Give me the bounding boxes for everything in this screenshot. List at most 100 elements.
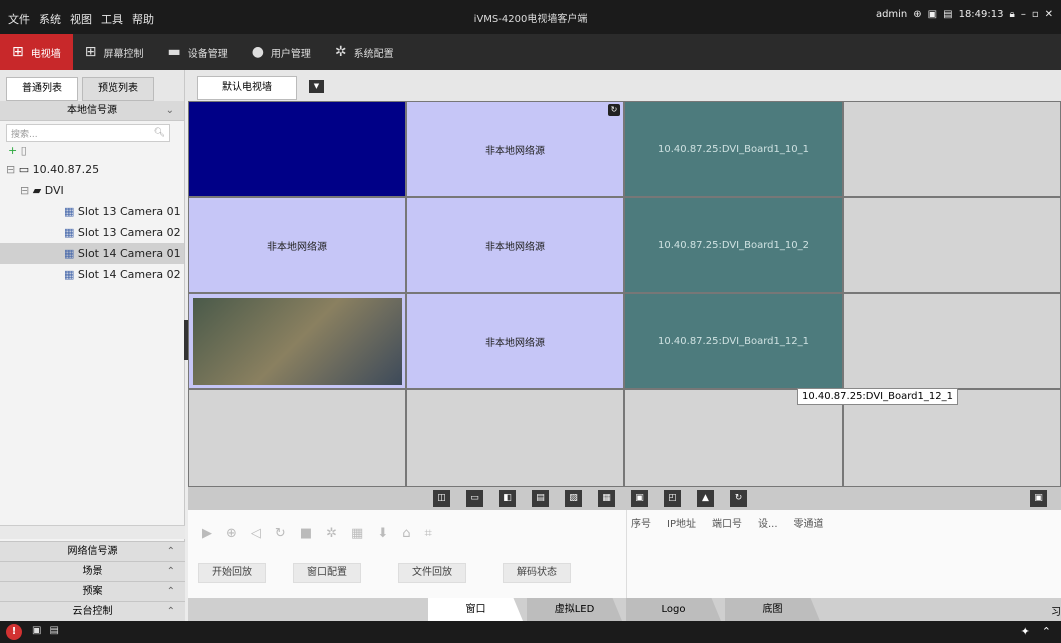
config-icon[interactable]: ▦: [351, 526, 363, 541]
play-icon[interactable]: ▶: [202, 526, 212, 541]
lock-icon[interactable]: ⌂: [402, 526, 410, 541]
collapse-icon[interactable]: ⊟: [6, 163, 15, 176]
titlebar-right: admin ⊕ ▣ ▤ 18:49:13 🔒︎ – ▫ ✕: [876, 9, 1053, 20]
tab-window[interactable]: 窗口: [428, 598, 523, 621]
close-icon[interactable]: ✕: [1045, 9, 1053, 20]
tab-logo[interactable]: Logo: [626, 598, 721, 621]
wall-window[interactable]: [406, 389, 624, 487]
plan-header[interactable]: 预案 ⌃: [0, 581, 185, 601]
lock-icon[interactable]: 🔒︎: [1010, 9, 1015, 20]
wall-window[interactable]: 10.40.87.25:DVI_Board1_10_1: [624, 101, 843, 197]
fullscreen-icon[interactable]: ▣: [631, 490, 648, 507]
display-icon[interactable]: ▭: [466, 490, 483, 507]
wall-window[interactable]: 非本地网络源: [406, 197, 624, 293]
start-playback-button[interactable]: 开始回放: [198, 563, 266, 583]
add-icon[interactable]: +: [8, 144, 17, 157]
wall-toolbar: ◫ ▭ ◧ ▤ ▨ ▦ ▣ ◰ ▲ ↻ ▣: [188, 487, 1061, 510]
zoom-icon[interactable]: ⊕: [226, 526, 237, 541]
audio-icon[interactable]: ◁: [251, 526, 261, 541]
ptz-header[interactable]: 云台控制 ⌃: [0, 601, 185, 621]
module-tv-wall[interactable]: ⊞ 电视墙: [0, 34, 73, 70]
chevron-down-icon: ⌄: [165, 105, 174, 116]
record-icon[interactable]: ■: [300, 526, 312, 541]
wall-window[interactable]: 10.40.87.25:DVI_Board1_12_1: [624, 293, 843, 389]
capture-icon[interactable]: ⌗: [424, 526, 431, 541]
window-icon[interactable]: ◫: [433, 490, 450, 507]
download-icon[interactable]: ⬇: [377, 526, 388, 541]
section-title: 云台控制: [72, 606, 113, 617]
roam-icon[interactable]: ◰: [664, 490, 681, 507]
search-input[interactable]: 搜索... 🔍︎: [6, 124, 170, 142]
minimize-icon[interactable]: –: [1021, 9, 1026, 20]
search-icon[interactable]: 🔍︎: [154, 128, 165, 138]
device-icon[interactable]: ▣: [32, 625, 41, 636]
section-title: 网络信号源: [67, 546, 118, 557]
user-name[interactable]: admin: [876, 9, 907, 20]
tree-node-camera[interactable]: ▦ Slot 13 Camera 01: [0, 201, 184, 222]
camera-icon: ▦: [64, 205, 75, 218]
tab-normal-list[interactable]: 普通列表: [6, 77, 78, 101]
window-config-button[interactable]: 窗口配置: [293, 563, 361, 583]
camera-icon: ▦: [64, 226, 75, 239]
wall-window[interactable]: [188, 389, 406, 487]
module-label: 屏幕控制: [103, 48, 144, 60]
refresh-icon[interactable]: ↻: [608, 104, 620, 116]
truncated-tab[interactable]: 习: [1051, 603, 1061, 618]
wall-window[interactable]: 非本地网络源 ↻: [406, 101, 624, 197]
layout-icon[interactable]: ▤: [532, 490, 549, 507]
tab-virtual-led[interactable]: 虚拟LED: [527, 598, 622, 621]
column-header: IP地址: [667, 519, 696, 530]
refresh-icon[interactable]: ↻: [730, 490, 747, 507]
expand-icon[interactable]: ⌃: [1042, 625, 1051, 638]
wall-window[interactable]: [188, 101, 406, 197]
alarm-icon[interactable]: !: [6, 624, 22, 640]
tab-default-wall[interactable]: 默认电视墙: [197, 76, 297, 100]
grid-icon[interactable]: ▦: [598, 490, 615, 507]
wall-window[interactable]: [843, 101, 1061, 197]
local-source-header[interactable]: 本地信号源 ⌄: [0, 101, 184, 121]
chevron-down-icon[interactable]: ▼: [309, 80, 324, 93]
delete-icon[interactable]: ▯: [21, 144, 27, 157]
window-label: 10.40.87.25:DVI_Board1_12_1: [658, 335, 809, 347]
horizontal-scrollbar[interactable]: [0, 525, 185, 539]
tree-node-camera[interactable]: ▦ Slot 13 Camera 02: [0, 222, 184, 243]
module-device-management[interactable]: ▬ 设备管理: [155, 34, 239, 70]
tree-node-dvi[interactable]: ⊟ ▰ DVI: [0, 180, 184, 201]
split-icon[interactable]: ◧: [499, 490, 516, 507]
tree-label: Slot 14 Camera 01: [77, 247, 181, 260]
decode-status-button[interactable]: 解码状态: [503, 563, 571, 583]
module-system-config[interactable]: ✲ 系统配置: [323, 34, 406, 70]
tab-preview-list[interactable]: 预览列表: [82, 77, 154, 101]
tree-node-device[interactable]: ⊟ ▭ 10.40.87.25: [0, 159, 184, 180]
settings-icon[interactable]: ▣: [1030, 490, 1047, 507]
tab-base-map[interactable]: 底图: [725, 598, 820, 621]
wall-window[interactable]: [843, 293, 1061, 389]
wall-window[interactable]: 非本地网络源: [188, 197, 406, 293]
globe-icon[interactable]: ⊕: [913, 9, 921, 20]
column-header: 序号: [631, 519, 651, 530]
ram-icon[interactable]: ▤: [943, 9, 952, 20]
wall-tab-bar: 默认电视墙 ▼: [185, 70, 1061, 101]
wall-window[interactable]: 10.40.87.25:DVI_Board1_10_2: [624, 197, 843, 293]
module-label: 系统配置: [353, 48, 394, 60]
pin-icon[interactable]: ✦: [1021, 625, 1030, 638]
loop-icon[interactable]: ↻: [275, 526, 286, 541]
maximize-icon[interactable]: ▫: [1032, 9, 1039, 20]
file-playback-button[interactable]: 文件回放: [398, 563, 466, 583]
monitor-icon[interactable]: ▣: [928, 9, 937, 20]
log-icon[interactable]: ▤: [49, 625, 58, 636]
tree-node-camera[interactable]: ▦ Slot 14 Camera 02: [0, 264, 184, 285]
wall-window[interactable]: [188, 293, 406, 389]
clear-icon[interactable]: ▨: [565, 490, 582, 507]
module-user-management[interactable]: ● 用户管理: [240, 34, 323, 70]
window-label: 非本地网络源: [485, 337, 545, 349]
network-source-header[interactable]: 网络信号源 ⌃: [0, 541, 185, 561]
tree-node-camera[interactable]: ▦ Slot 14 Camera 01: [0, 243, 184, 264]
module-screen-control[interactable]: ⊞ 屏幕控制: [73, 34, 156, 70]
wall-window[interactable]: [843, 197, 1061, 293]
alarm-icon[interactable]: ▲: [697, 490, 714, 507]
scene-header[interactable]: 场景 ⌃: [0, 561, 185, 581]
ptz-icon[interactable]: ✲: [326, 526, 337, 541]
collapse-icon[interactable]: ⊟: [20, 184, 29, 197]
wall-window[interactable]: 非本地网络源: [406, 293, 624, 389]
